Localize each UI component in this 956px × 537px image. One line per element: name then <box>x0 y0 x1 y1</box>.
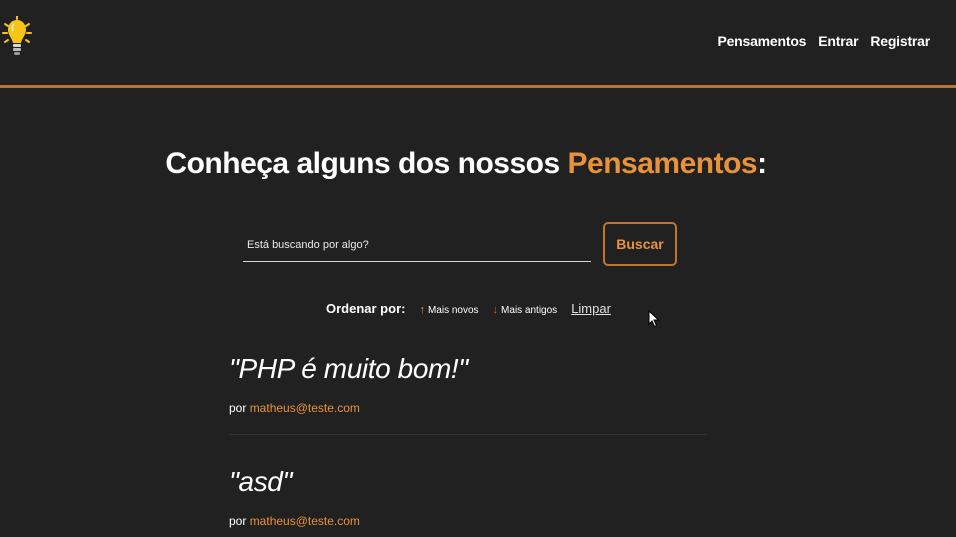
mouse-pointer-icon <box>648 309 660 333</box>
order-oldest-link[interactable]: ↓ Mais antigos <box>493 304 558 316</box>
nav-link-registrar[interactable]: Registrar <box>870 33 930 49</box>
nav-link-entrar[interactable]: Entrar <box>818 33 858 49</box>
page-title-accent: Pensamentos <box>567 147 758 180</box>
clear-order-link[interactable]: Limpar <box>571 301 611 316</box>
main-content: Conheça alguns dos nossos Pensamentos: B… <box>0 91 956 537</box>
arrow-up-icon: ↑ <box>419 304 425 316</box>
order-newest-label: Mais novos <box>427 305 479 316</box>
thought-author: por matheus@teste.com <box>229 514 707 528</box>
order-oldest-label: Mais antigos <box>501 305 558 316</box>
navbar: Pensamentos Entrar Registrar <box>0 0 956 88</box>
thought-text: "PHP é muito bom!" <box>229 353 468 384</box>
search-button[interactable]: Buscar <box>603 222 677 266</box>
page-title: Conheça alguns dos nossos Pensamentos: <box>0 147 932 181</box>
thought-author-prefix: por <box>229 401 250 415</box>
order-label: Ordenar por: <box>326 301 406 316</box>
thought-divider <box>229 434 707 435</box>
nav-link-pensamentos[interactable]: Pensamentos <box>717 33 806 49</box>
thought-author-link[interactable]: matheus@teste.com <box>250 401 360 415</box>
arrow-down-icon: ↓ <box>492 304 499 316</box>
thought-card: "asd" por matheus@teste.com <box>229 466 707 528</box>
search-form: Buscar <box>243 222 679 268</box>
thought-author-link[interactable]: matheus@teste.com <box>250 514 360 528</box>
search-input[interactable] <box>243 228 591 262</box>
lightbulb-logo-icon[interactable] <box>2 15 32 66</box>
order-newest-link[interactable]: ↑ Mais novos <box>419 304 478 316</box>
thought-card: "PHP é muito bom!" por matheus@teste.com <box>229 353 707 415</box>
thought-author-prefix: por <box>229 514 250 528</box>
nav-links: Pensamentos Entrar Registrar <box>717 33 930 49</box>
page-title-prefix: Conheça alguns dos nossos <box>165 147 568 180</box>
thought-author: por matheus@teste.com <box>229 401 707 415</box>
order-bar: Ordenar por: ↑ Mais novos ↓ Mais antigos L… <box>326 301 611 316</box>
thought-text: "asd" <box>229 466 293 497</box>
page-title-suffix: : <box>757 147 767 180</box>
